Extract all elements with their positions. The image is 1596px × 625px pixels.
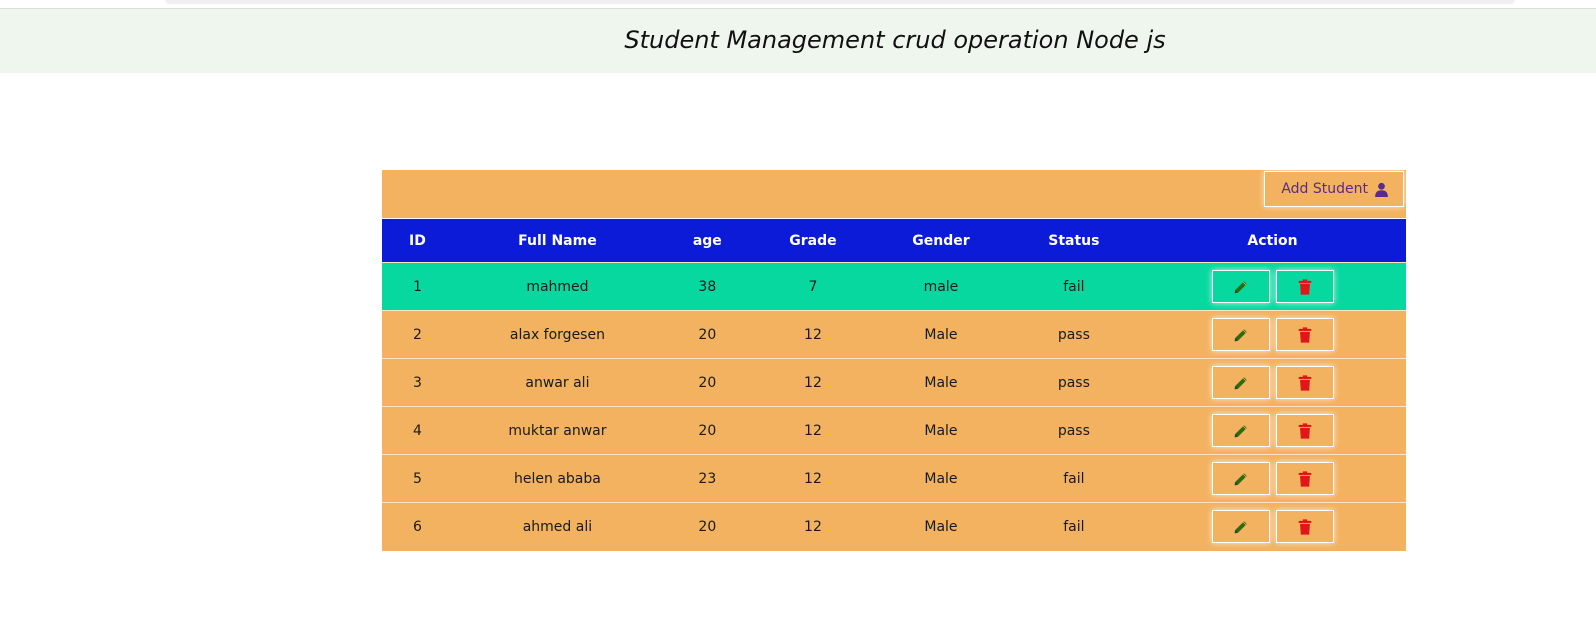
edit-button[interactable] <box>1211 366 1270 399</box>
cell-full-name: ahmed ali <box>522 518 593 535</box>
cell-status: pass <box>1057 374 1090 391</box>
pencil-icon <box>1232 518 1250 536</box>
cell-id: 4 <box>413 422 422 439</box>
column-header-action: Action <box>1139 218 1406 263</box>
student-table: ID Full Name age Grade Gender Status Act… <box>382 218 1406 551</box>
browser-tab-strip <box>165 0 1515 4</box>
trash-icon <box>1296 518 1314 536</box>
table-row: 6 ahmed ali 20 12 Male fail <box>382 502 1406 551</box>
cell-grade: 12 <box>804 374 822 391</box>
cell-age: 20 <box>698 518 717 535</box>
pencil-icon <box>1232 422 1250 440</box>
cell-grade: 12 <box>804 470 822 487</box>
trash-icon <box>1296 422 1314 440</box>
page-title: Student Management crud operation Node j… <box>624 26 1166 54</box>
edit-button[interactable] <box>1211 318 1270 351</box>
cell-gender: Male <box>924 518 958 535</box>
pencil-icon <box>1232 278 1250 296</box>
cell-age: 23 <box>698 470 717 487</box>
cell-status: fail <box>1063 470 1085 487</box>
column-header-grade: Grade <box>752 218 874 263</box>
cell-id: 3 <box>413 374 422 391</box>
table-toolbar: Add Student <box>382 170 1406 218</box>
column-header-age: age <box>661 218 753 263</box>
cell-action <box>1139 503 1406 551</box>
cell-action <box>1139 455 1406 503</box>
cell-full-name: muktar anwar <box>508 422 607 439</box>
delete-button[interactable] <box>1275 462 1334 495</box>
pencil-icon <box>1232 326 1250 344</box>
trash-icon <box>1296 470 1314 488</box>
cell-grade: 7 <box>808 278 818 295</box>
cell-id: 2 <box>413 326 422 343</box>
table-row: 1 mahmed 38 7 male fail <box>382 262 1406 311</box>
cell-status: pass <box>1057 422 1090 439</box>
header-banner: Student Management crud operation Node j… <box>0 9 1596 73</box>
cell-id: 6 <box>413 518 422 535</box>
cell-grade: 12 <box>804 518 822 535</box>
add-student-label: Add Student <box>1281 181 1368 197</box>
column-header-full-name: Full Name <box>452 218 662 263</box>
delete-button[interactable] <box>1275 510 1334 544</box>
add-student-button[interactable]: Add Student <box>1264 171 1404 207</box>
cell-gender: Male <box>924 374 958 391</box>
trash-icon <box>1296 374 1314 392</box>
cell-action <box>1139 359 1406 407</box>
cell-age: 20 <box>698 326 717 343</box>
cell-gender: Male <box>924 326 958 343</box>
cell-full-name: anwar ali <box>525 374 590 391</box>
table-row: 5 helen ababa 23 12 Male fail <box>382 454 1406 503</box>
table-body: 1 mahmed 38 7 male fail 2 alax forgesen 20 12 Male… <box>382 262 1406 551</box>
cell-status: fail <box>1063 278 1085 295</box>
edit-button[interactable] <box>1211 270 1270 303</box>
cell-action <box>1139 311 1406 359</box>
cell-full-name: alax forgesen <box>509 326 605 343</box>
trash-icon <box>1296 278 1314 296</box>
table-row: 4 muktar anwar 20 12 Male pass <box>382 406 1406 455</box>
delete-button[interactable] <box>1275 270 1334 303</box>
column-header-status: Status <box>1008 218 1140 263</box>
cell-age: 20 <box>698 422 717 439</box>
cell-id: 5 <box>413 470 422 487</box>
cell-grade: 12 <box>804 326 822 343</box>
edit-button[interactable] <box>1211 510 1270 544</box>
column-header-id: ID <box>382 218 453 263</box>
table-header-row: ID Full Name age Grade Gender Status Act… <box>382 218 1406 263</box>
pencil-icon <box>1232 374 1250 392</box>
edit-button[interactable] <box>1211 462 1270 495</box>
cell-age: 38 <box>698 278 717 295</box>
delete-button[interactable] <box>1275 318 1334 351</box>
table-row: 2 alax forgesen 20 12 Male pass <box>382 310 1406 359</box>
cell-age: 20 <box>698 374 717 391</box>
delete-button[interactable] <box>1275 366 1334 399</box>
trash-icon <box>1296 326 1314 344</box>
cell-gender: male <box>923 278 959 295</box>
cell-gender: Male <box>924 422 958 439</box>
cell-full-name: mahmed <box>526 278 589 295</box>
cell-status: pass <box>1057 326 1090 343</box>
cell-action <box>1139 407 1406 455</box>
cell-status: fail <box>1063 518 1085 535</box>
column-header-gender: Gender <box>873 218 1009 263</box>
cell-full-name: helen ababa <box>514 470 601 487</box>
edit-button[interactable] <box>1211 414 1270 447</box>
pencil-icon <box>1232 470 1250 488</box>
cell-action <box>1139 263 1406 311</box>
table-row: 3 anwar ali 20 12 Male pass <box>382 358 1406 407</box>
cell-grade: 12 <box>804 422 822 439</box>
delete-button[interactable] <box>1275 414 1334 447</box>
user-icon <box>1375 182 1388 197</box>
cell-id: 1 <box>413 278 422 295</box>
student-table-panel: Add Student ID Full Name age Grade Gende… <box>382 170 1406 551</box>
cell-gender: Male <box>924 470 958 487</box>
